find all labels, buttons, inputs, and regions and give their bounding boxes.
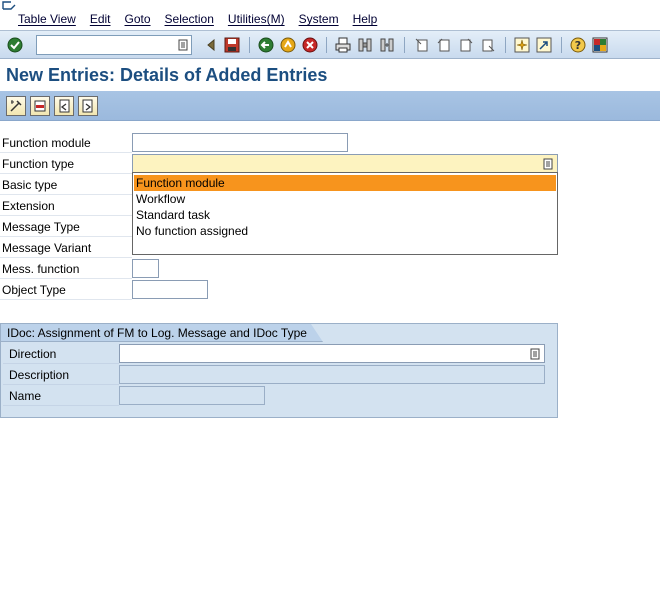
menu-edit[interactable]: Edit <box>90 12 111 26</box>
dropdown-list-icon[interactable] <box>543 158 553 170</box>
function-type-dropdown: Function module Workflow Standard task N… <box>132 172 558 255</box>
row-mess-function: Mess. function <box>0 259 132 279</box>
function-type-input[interactable] <box>132 154 558 173</box>
command-field[interactable] <box>36 35 192 55</box>
next-entry-button[interactable] <box>78 96 98 116</box>
function-module-label: Function module <box>2 136 91 150</box>
object-type-label: Object Type <box>2 283 66 297</box>
message-type-label: Message Type <box>2 220 80 234</box>
dropdown-list-icon[interactable] <box>530 348 540 360</box>
mess-function-label: Mess. function <box>2 262 80 276</box>
last-page-icon[interactable] <box>479 36 497 54</box>
svg-text:?: ? <box>575 39 581 52</box>
application-toolbar <box>0 91 660 121</box>
help-icon[interactable]: ? <box>569 36 587 54</box>
group-title: IDoc: Assignment of FM to Log. Message a… <box>1 324 323 342</box>
title-bar: New Entries: Details of Added Entries <box>0 59 660 91</box>
menu-table-view[interactable]: Table View <box>18 12 76 26</box>
layout-icon[interactable] <box>591 36 609 54</box>
message-variant-label: Message Variant <box>2 241 92 255</box>
row-object-type: Object Type <box>0 280 132 300</box>
cancel-icon[interactable] <box>301 36 319 54</box>
menu-help[interactable]: Help <box>353 12 378 26</box>
row-function-type: Function type <box>0 154 132 174</box>
previous-entry-icon <box>59 99 70 113</box>
page-title: New Entries: Details of Added Entries <box>6 65 328 85</box>
mess-function-input[interactable] <box>132 259 159 278</box>
row-basic-type: Basic type <box>0 175 132 195</box>
direction-input[interactable] <box>119 344 545 363</box>
save-icon[interactable] <box>223 36 241 54</box>
find-next-icon[interactable] <box>378 36 396 54</box>
previous-entry-button[interactable] <box>54 96 74 116</box>
description-field <box>119 365 545 384</box>
back-icon[interactable] <box>257 36 275 54</box>
delete-icon <box>34 100 46 112</box>
extension-label: Extension <box>2 199 55 213</box>
system-menu-icon[interactable] <box>2 0 16 10</box>
next-page-icon[interactable] <box>457 36 475 54</box>
enter-icon[interactable] <box>6 36 24 54</box>
option-function-module[interactable]: Function module <box>134 175 556 191</box>
first-page-icon[interactable] <box>413 36 431 54</box>
menu-goto[interactable]: Goto <box>125 12 151 26</box>
row-message-type: Message Type <box>0 217 132 237</box>
value-help-icon[interactable] <box>178 39 188 51</box>
description-label: Description <box>9 368 70 382</box>
row-message-variant: Message Variant <box>0 238 132 258</box>
menu-selection[interactable]: Selection <box>165 12 214 26</box>
option-workflow[interactable]: Workflow <box>134 191 556 207</box>
name-field <box>119 386 265 405</box>
delete-button[interactable] <box>30 96 50 116</box>
function-module-input[interactable] <box>132 133 348 152</box>
menu-utilities[interactable]: Utilities(M) <box>228 12 285 26</box>
standard-toolbar: ? <box>0 30 660 59</box>
object-type-input[interactable] <box>132 280 208 299</box>
prev-page-icon[interactable] <box>435 36 453 54</box>
row-name: Name <box>3 386 119 406</box>
name-label: Name <box>9 389 42 403</box>
menu-system[interactable]: System <box>299 12 339 26</box>
row-extension: Extension <box>0 196 132 216</box>
idoc-assignment-group: IDoc: Assignment of FM to Log. Message a… <box>0 323 558 418</box>
function-type-label: Function type <box>2 157 75 171</box>
option-no-function-assigned[interactable]: No function assigned <box>134 223 556 239</box>
change-button[interactable] <box>6 96 26 116</box>
row-description: Description <box>3 365 119 385</box>
back-triangle-icon[interactable] <box>202 36 220 54</box>
row-direction: Direction <box>3 344 119 364</box>
exit-icon[interactable] <box>279 36 297 54</box>
change-icon <box>10 100 22 112</box>
print-icon[interactable] <box>334 36 352 54</box>
create-session-icon[interactable] <box>513 36 531 54</box>
menu-items: Table View Edit Goto Selection Utilities… <box>18 12 391 26</box>
find-icon[interactable] <box>356 36 374 54</box>
menu-bar: Table View Edit Goto Selection Utilities… <box>0 0 660 30</box>
shortcut-icon[interactable] <box>535 36 553 54</box>
option-standard-task[interactable]: Standard task <box>134 207 556 223</box>
basic-type-label: Basic type <box>2 178 58 192</box>
row-function-module: Function module <box>0 133 132 153</box>
next-entry-icon <box>82 99 93 113</box>
direction-label: Direction <box>9 347 57 361</box>
